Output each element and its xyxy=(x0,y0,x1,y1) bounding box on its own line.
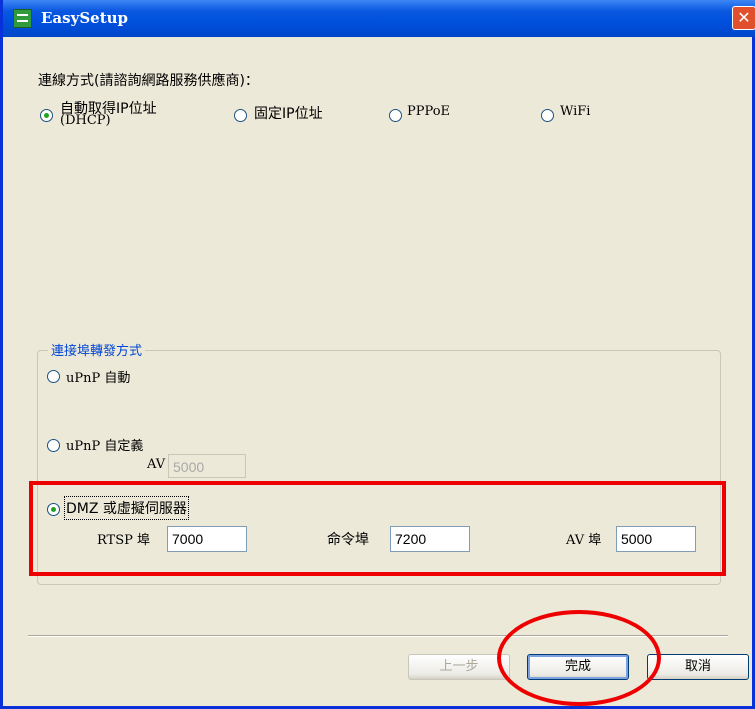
radio-upnp-custom-label: uPnP 自定義 xyxy=(66,439,144,454)
radio-upnp-auto[interactable] xyxy=(47,370,60,383)
radio-wifi-label: WiFi xyxy=(560,104,591,119)
radio-dhcp[interactable] xyxy=(40,109,53,122)
cancel-button[interactable]: 取消 xyxy=(647,654,749,680)
radio-dhcp-sublabel: (DHCP) xyxy=(60,113,111,128)
close-icon: ✕ xyxy=(737,8,751,27)
close-button[interactable]: ✕ xyxy=(732,6,755,30)
radio-wifi[interactable] xyxy=(541,109,554,122)
radio-upnp-custom[interactable] xyxy=(47,439,60,452)
upnp-av-label: AV xyxy=(147,457,166,472)
previous-button[interactable]: 上一步 xyxy=(408,654,510,680)
radio-static-ip-label: 固定IP位址 xyxy=(254,106,323,122)
radio-pppoe-label: PPPoE xyxy=(407,104,451,119)
window-title: EasySetup xyxy=(41,9,129,27)
title-bar[interactable]: EasySetup ✕ xyxy=(3,0,755,37)
connection-prompt: 連線方式(請諮詢網路服務供應商)： xyxy=(38,73,259,89)
port-forwarding-title: 連接埠轉發方式 xyxy=(48,340,146,359)
app-icon xyxy=(13,9,32,28)
radio-upnp-auto-label: uPnP 自動 xyxy=(66,371,131,386)
highlight-ellipse xyxy=(497,610,661,706)
highlight-rectangle xyxy=(29,481,726,576)
radio-static-ip[interactable] xyxy=(234,109,247,122)
upnp-av-field[interactable]: 5000 xyxy=(168,454,246,478)
radio-pppoe[interactable] xyxy=(389,109,402,122)
